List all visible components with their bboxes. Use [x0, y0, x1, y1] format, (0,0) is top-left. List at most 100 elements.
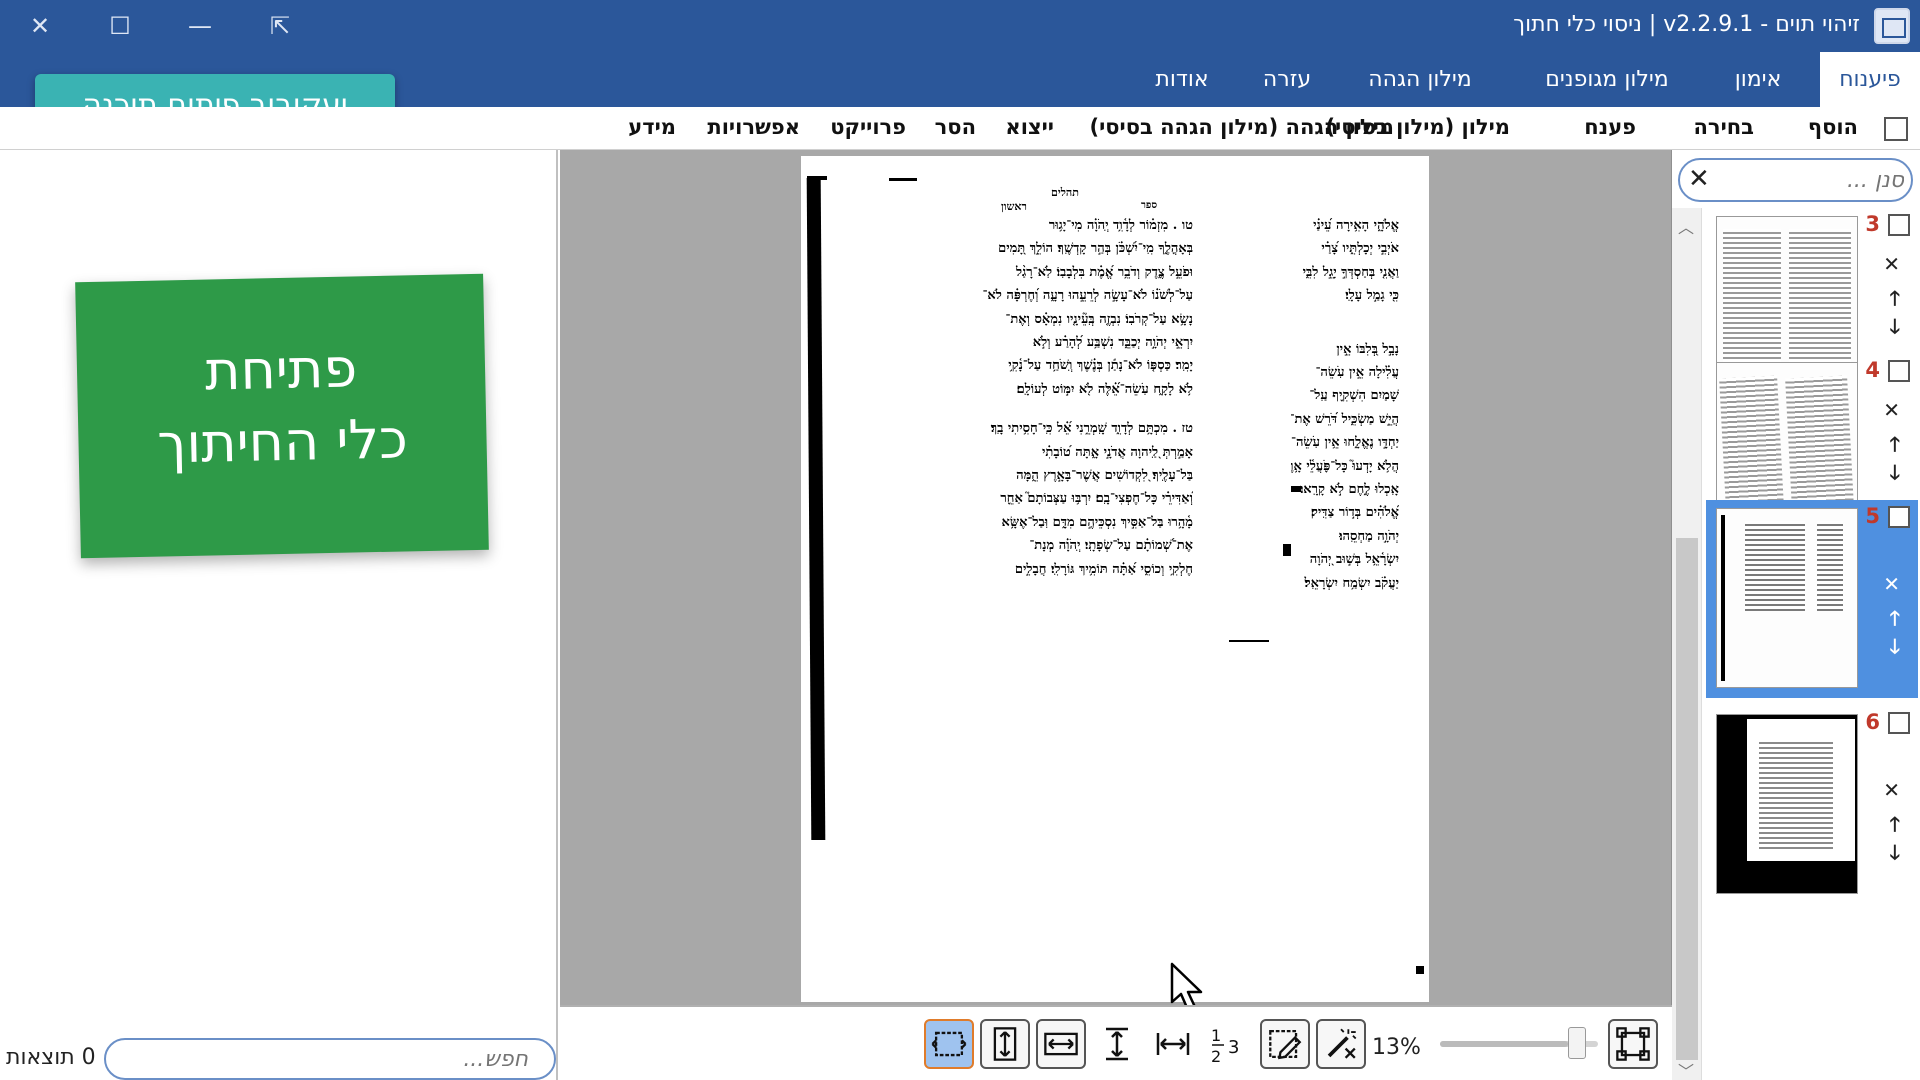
text-line: נָבָ֣ל בְּ֭לִבּוֹ אֵ֣ין [1336, 341, 1399, 357]
tab-decode[interactable]: פיענוח [1820, 52, 1920, 107]
scan-mark [1283, 544, 1291, 556]
fit-height-button[interactable] [980, 1019, 1030, 1069]
remove-page-icon[interactable]: ✕ [1883, 778, 1900, 802]
thumbnail-scrollbar[interactable]: ︿ ﹀ [1672, 208, 1702, 1080]
auto-crop-button[interactable] [1316, 1019, 1366, 1069]
thumbnail-image [1716, 714, 1858, 894]
tab-proofing-dictionary[interactable]: מילון הגהה [1338, 52, 1502, 107]
project-button[interactable]: פרוייקט [830, 115, 906, 139]
page-checkbox[interactable] [1888, 712, 1910, 734]
scroll-up-icon[interactable]: ︿ [1678, 214, 1694, 238]
page-checkbox[interactable] [1888, 506, 1910, 528]
fit-page-button[interactable] [924, 1019, 974, 1069]
info-button[interactable]: מידע [628, 115, 676, 139]
edit-icon [1269, 1029, 1302, 1060]
scanned-page: תהלים ספר ראשון טו . מִזְמ֗וֹר לְדָ֫וִ֥ד… [801, 156, 1429, 1002]
text-line: אָמַ֣רְתְּ לַֽ֭יהוָה אֲדֹנָ֣י אָ֑תָּה ט֝… [1041, 444, 1193, 460]
page-checkbox[interactable] [1888, 360, 1910, 382]
page-checkbox[interactable] [1888, 214, 1910, 236]
move-down-icon[interactable]: 🡓 [1890, 838, 1900, 872]
zoom-percent: 13% [1372, 1035, 1421, 1060]
line-numbers-button[interactable]: 1 2 3 [1204, 1019, 1254, 1069]
page-number: 5 [1865, 504, 1880, 528]
remove-page-icon[interactable]: ✕ [1883, 572, 1900, 596]
scroll-down-icon[interactable]: ﹀ [1678, 1058, 1694, 1080]
text-line: טו . מִזְמ֗וֹר לְדָ֫וִ֥ד יְֽהֹוָ֗ה מִי־י… [1048, 218, 1193, 233]
filter-input[interactable] [1714, 160, 1904, 200]
select-all-checkbox[interactable] [1884, 117, 1908, 141]
card-line-1: פתיחת [204, 336, 358, 403]
clear-filter-icon[interactable]: ✕ [1688, 164, 1710, 194]
scan-mark [889, 178, 917, 181]
thumbnail-panel: ✕ ︿ ﹀ 3 ✕ 🡑 🡓 4 ✕ 🡑 🡓 [1672, 150, 1920, 1080]
tab-training[interactable]: אימון [1708, 52, 1808, 107]
select-button[interactable]: בחירה [1694, 115, 1755, 139]
fit-horizontal-button[interactable] [1148, 1019, 1198, 1069]
add-button[interactable]: הוסף [1808, 115, 1858, 139]
text-line: מָ֫הָ֥רוּ בַּל־אַסִּ֣יךְ נִסְכֵּיהֶ֣ם מִ… [1001, 514, 1193, 530]
text-line: יְהֹוָ֣ה מַחְסֵֽהוּ׃ [1339, 528, 1399, 544]
search-box[interactable] [104, 1038, 556, 1080]
text-line: יַעֲקֹ֗ב יִשְׂמַ֥ח יִשְׂרָאֵֽל׃ [1304, 575, 1399, 591]
zoom-slider-fill [1440, 1041, 1568, 1047]
tab-about[interactable]: אודות [1132, 52, 1232, 107]
scan-corner-mark [1416, 966, 1424, 974]
close-window-button[interactable]: ✕ [18, 6, 62, 46]
text-line: נָשָׂ֥א עַל־קְרֹבֽוֹ׃ נִבְזֶ֤ה בְּֽעֵ֘ינ… [1005, 311, 1193, 327]
svg-text:3: 3 [1228, 1037, 1239, 1058]
fit-horizontal-icon [1156, 1033, 1190, 1055]
page-thumbnail[interactable]: 6 ✕ 🡑 🡓 [1706, 706, 1918, 904]
scan-edge-shadow [806, 177, 826, 841]
export-button[interactable]: ייצוא [1005, 115, 1054, 139]
proofing-dictionary-button[interactable]: מילון הגהה (מילון הגהה בסיסי) [1090, 115, 1395, 139]
fit-vertical-button[interactable] [1092, 1019, 1142, 1069]
text-line: עַל־לְשֹׁנ֗וֹ לֹא־עָשָׂ֣ה לְרֵעֵ֣הוּ רָע… [982, 288, 1193, 304]
line-numbers-icon: 1 2 3 [1211, 1026, 1239, 1066]
fullscreen-button[interactable] [1608, 1019, 1658, 1069]
text-line: וְ֝אַדִּירֵ֗י כָּל־חֶפְצִי־בָֽם׃ יִרְבּ֥… [1000, 491, 1193, 507]
filter-box[interactable]: ✕ [1678, 158, 1913, 202]
text-line: הֲיֵ֣שׁ מַשְׂכִּ֑יל דֹּ֝רֵשׁ אֶת־ [1291, 411, 1399, 427]
page-header: תהלים [1051, 186, 1079, 199]
move-down-icon[interactable]: 🡓 [1890, 632, 1900, 666]
move-down-icon[interactable]: 🡓 [1890, 312, 1900, 346]
remove-page-icon[interactable]: ✕ [1883, 398, 1900, 422]
page-viewer[interactable]: תהלים ספר ראשון טו . מִזְמ֗וֹר לְדָ֫וִ֥ד… [560, 150, 1672, 1012]
remove-button[interactable]: הסר [935, 115, 976, 139]
minimize-window-button[interactable]: — [178, 6, 222, 46]
text-line: שָׁמַיִם הִשְׁקִ֪יף עַֽל־ [1309, 388, 1399, 404]
magic-wand-icon [1327, 1028, 1357, 1059]
scrollbar-thumb[interactable] [1676, 538, 1698, 1060]
page-thumbnail-selected[interactable]: 5 ✕ 🡑 🡓 [1706, 500, 1918, 698]
text-line: הֲלֹ֥א יָדְעוּ֮ כָּל־פֹּ֪עֲלֵ֫י אָ֥וֶן [1291, 458, 1399, 474]
remove-page-icon[interactable]: ✕ [1883, 252, 1900, 276]
zoom-slider[interactable] [1440, 1027, 1598, 1059]
zoom-slider-thumb[interactable] [1568, 1027, 1586, 1059]
app-icon [1874, 8, 1910, 44]
text-line: וּפֹעֵ֣ל צֶ֑דֶק וְדֹבֵ֥ר אֱ֝מֶ֗ת בִּלְבָ… [1015, 264, 1193, 280]
fit-width-button[interactable] [1036, 1019, 1086, 1069]
maximize-window-button[interactable]: ☐ [98, 6, 142, 46]
text-line: טז . מִכְתָּ֥ם לְדָוִ֑ד שָֽׁמְרֵ֥נִי אֵ֝… [990, 421, 1193, 437]
results-count: 0 תוצאות [6, 1045, 96, 1070]
edit-button[interactable] [1260, 1019, 1310, 1069]
restore-window-button[interactable]: ⇱ [258, 6, 302, 46]
svg-text:1: 1 [1211, 1026, 1221, 1045]
open-crop-tool-button[interactable]: פתיחת כלי החיתוך [75, 273, 489, 559]
text-line: יָמִֽר׃ כַּסְפּ֤וֹ לֹא־נָתַ֬ן בְּנֶ֗שֶׁך… [1008, 358, 1193, 374]
svg-text:2: 2 [1211, 1047, 1221, 1066]
card-line-2: כלי החיתוך [156, 407, 409, 476]
fit-width-icon [1044, 1032, 1078, 1056]
options-button[interactable]: אפשרויות [707, 115, 800, 139]
text-line: אֹיְבִ֣י יְכָלְתִּ֑יו צָ֝רַ֗י [1321, 241, 1399, 257]
window-title: זיהוי תוים - v2.2.9.1 | ניסוי כלי חתוך [1513, 12, 1860, 37]
search-input[interactable] [106, 1040, 554, 1078]
decode-button[interactable]: פענח [1584, 115, 1636, 139]
fit-page-icon [931, 1031, 967, 1057]
text-line: חֶלְקִ֥י וְכוֹסִ֑י אַ֝תָּ֗ה תּוֹמִ֥יךְ ג… [1014, 561, 1193, 577]
text-line: אֱלֹהָ֑י הָאִ֥ירָה עֵ֝ינַ֗י [1313, 218, 1399, 233]
tab-font-dictionary[interactable]: מילון מגופנים [1516, 52, 1698, 107]
scan-edge-top [807, 176, 827, 180]
tab-help[interactable]: עזרה [1242, 52, 1332, 107]
move-down-icon[interactable]: 🡓 [1890, 458, 1900, 492]
